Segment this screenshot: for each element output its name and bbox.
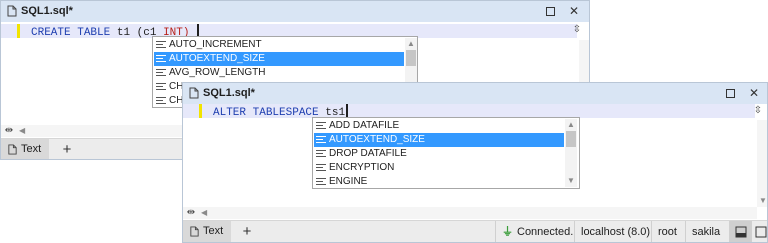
tab-text[interactable]: Text (1, 139, 49, 159)
close-icon: ✕ (568, 4, 580, 18)
toggle-panel-button[interactable] (751, 221, 767, 242)
keyword-lines-icon (316, 163, 326, 173)
toggle-bottom-panel-button[interactable] (729, 221, 751, 242)
split-vertical-icon[interactable]: ⇳ (571, 24, 583, 36)
connection-status: ⏚ Connected. (495, 221, 574, 242)
file-icon (7, 5, 17, 17)
line-marker (199, 104, 202, 118)
panel-bottom-icon (735, 226, 747, 238)
scroll-down-arrow[interactable]: ▼ (567, 176, 575, 186)
autocomplete-item[interactable]: DROP DATAFILE (314, 147, 564, 161)
user-info[interactable]: root (651, 221, 685, 242)
scroll-left-arrow[interactable]: ◀ (201, 208, 207, 218)
autocomplete-item[interactable]: AVG_ROW_LENGTH (154, 66, 404, 80)
keyword-lines-icon (156, 96, 166, 106)
autocomplete-item-label: ENGINE (329, 176, 368, 187)
autocomplete-item-label: AVG_ROW_LENGTH (169, 67, 266, 78)
add-tab-button[interactable]: + (59, 141, 75, 159)
keyword-lines-icon (156, 40, 166, 50)
line-marker (17, 24, 20, 38)
autocomplete-scrollbar[interactable]: ▲ ▼ (565, 119, 577, 187)
add-tab-button[interactable]: + (239, 223, 255, 241)
keyword-lines-icon (156, 54, 166, 64)
tab-label: Text (21, 143, 42, 155)
title-bar: SQL1.sql* ✕ (183, 83, 767, 104)
text-caret (346, 104, 349, 117)
server-info[interactable]: localhost (8.0) (574, 221, 651, 242)
autocomplete-list[interactable]: ADD DATAFILE AUTOEXTEND_SIZE DROP DATAFI… (312, 117, 580, 189)
scroll-down-arrow[interactable]: ▼ (759, 196, 767, 206)
horizontal-scrollbar[interactable]: ⇹ ◀ (183, 207, 757, 219)
close-button[interactable]: ✕ (746, 85, 762, 101)
keyword-lines-icon (316, 121, 326, 131)
bottom-tab-bar: Text + ⏚ Connected. localhost (8.0) root … (183, 220, 767, 242)
autocomplete-item[interactable]: ADD DATAFILE (314, 119, 564, 133)
autocomplete-item[interactable]: AUTO_INCREMENT (154, 38, 404, 52)
keyword-lines-icon (156, 68, 166, 78)
keyword-lines-icon (316, 149, 326, 159)
plus-icon: + (242, 223, 252, 240)
close-icon: ✕ (748, 86, 760, 100)
autocomplete-item[interactable]: ENGINE (314, 175, 564, 188)
split-horizontal-icon[interactable]: ⇹ (185, 207, 197, 219)
editor-window-2: SQL1.sql* ✕ ALTER TABLESPACE ts1 ⇳ ▼ ⇹ ◀… (182, 82, 768, 243)
scroll-left-arrow[interactable]: ◀ (19, 126, 25, 136)
autocomplete-item-label: ADD DATAFILE (329, 120, 400, 131)
autocomplete-item-label: AUTOEXTEND_SIZE (329, 134, 425, 145)
autocomplete-item-selected[interactable]: AUTOEXTEND_SIZE (154, 52, 404, 66)
split-horizontal-icon[interactable]: ⇹ (3, 125, 15, 137)
scroll-thumb[interactable] (406, 50, 416, 66)
scroll-up-arrow[interactable]: ▲ (567, 120, 575, 130)
maximize-icon (725, 89, 735, 98)
maximize-button[interactable] (542, 3, 558, 19)
panel-square-icon (755, 226, 767, 238)
file-icon (189, 87, 199, 99)
window-title: SQL1.sql* (21, 5, 73, 17)
title-bar: SQL1.sql* ✕ (1, 1, 589, 22)
autocomplete-item-label: AUTO_INCREMENT (169, 39, 262, 50)
split-vertical-icon[interactable]: ⇳ (752, 105, 764, 117)
maximize-button[interactable] (722, 85, 738, 101)
autocomplete-item[interactable]: ENCRYPTION (314, 161, 564, 175)
maximize-icon (545, 7, 555, 16)
keyword-lines-icon (156, 82, 166, 92)
file-icon (8, 144, 17, 155)
keyword-lines-icon (316, 135, 326, 145)
keyword-lines-icon (316, 177, 326, 187)
vertical-scrollbar[interactable]: ▼ (757, 120, 767, 207)
status-bar: ⏚ Connected. localhost (8.0) root sakila (493, 221, 767, 242)
autocomplete-item-label: ENCRYPTION (329, 162, 395, 173)
window-title: SQL1.sql* (203, 87, 255, 99)
scroll-thumb[interactable] (566, 131, 576, 147)
scroll-up-arrow[interactable]: ▲ (407, 39, 415, 49)
plug-icon: ⏚ (502, 226, 513, 238)
schema-info[interactable]: sakila (685, 221, 729, 242)
file-icon (190, 226, 199, 237)
close-button[interactable]: ✕ (566, 3, 582, 19)
plus-icon: + (62, 141, 72, 158)
autocomplete-item-label: AUTOEXTEND_SIZE (169, 53, 265, 64)
tab-label: Text (203, 225, 224, 237)
tab-text[interactable]: Text (183, 221, 231, 242)
autocomplete-item-label: DROP DATAFILE (329, 148, 407, 159)
autocomplete-item-selected[interactable]: AUTOEXTEND_SIZE (314, 133, 564, 147)
